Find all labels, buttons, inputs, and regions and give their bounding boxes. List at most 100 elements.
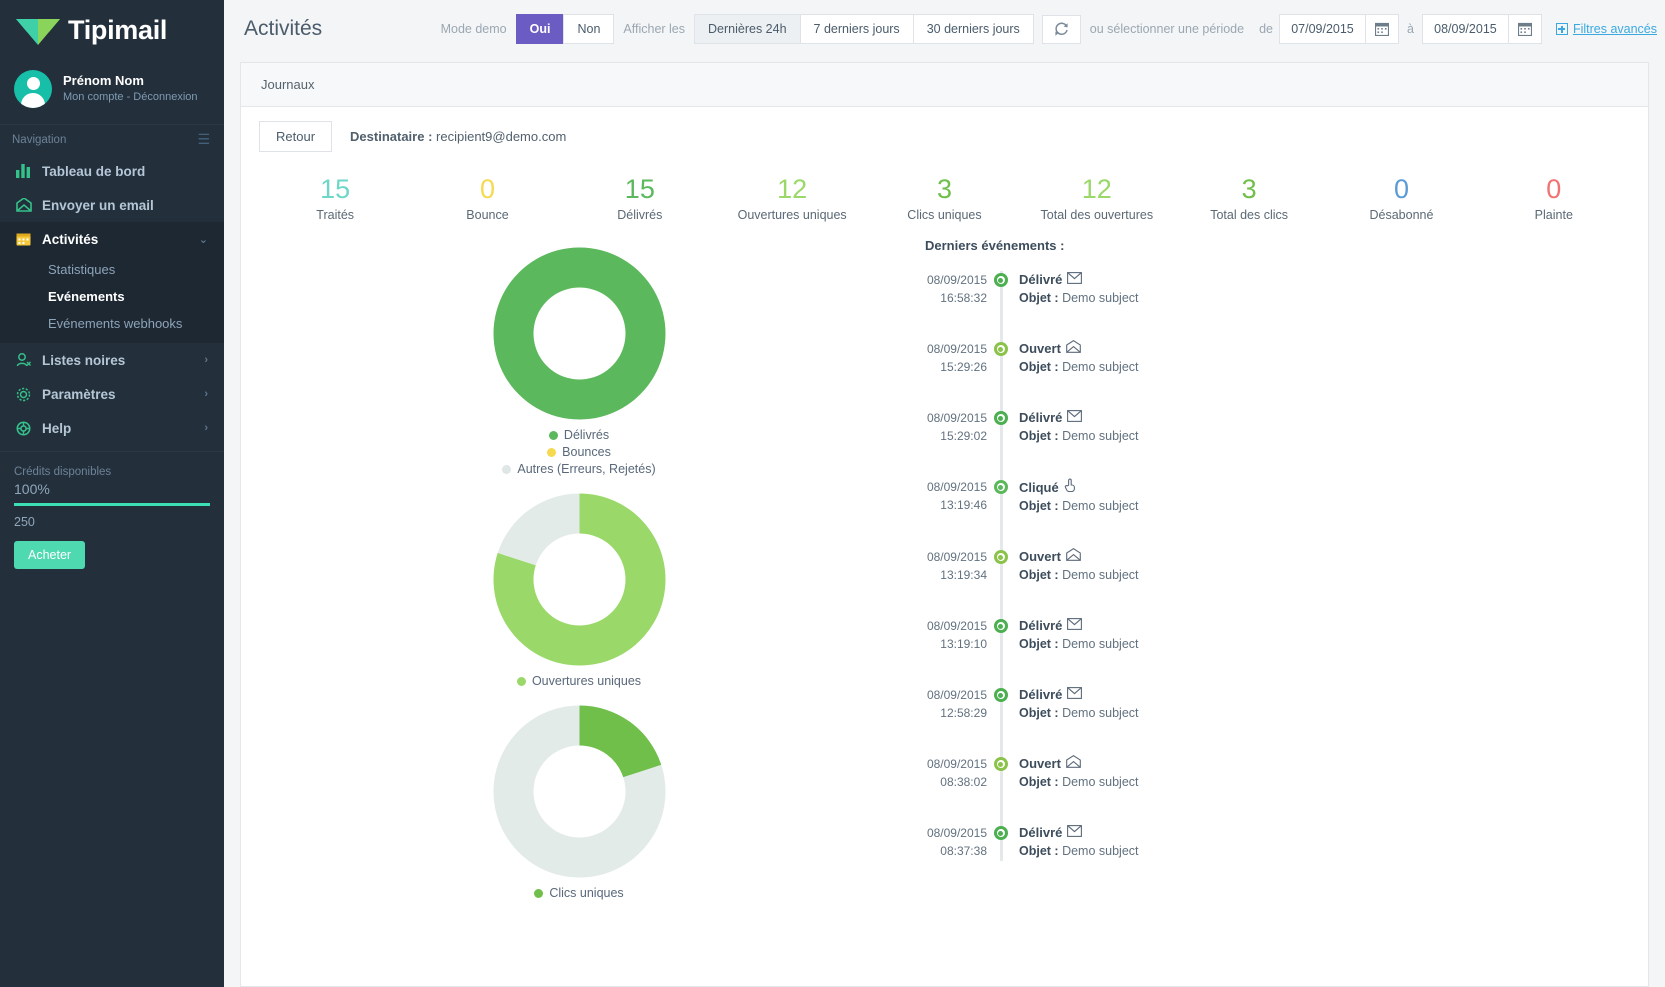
stat-card: 3 Total des clics (1173, 172, 1325, 222)
legend-item[interactable]: Autres (Erreurs, Rejetés) (259, 461, 899, 478)
chevron-down-icon: ⌄ (198, 233, 208, 246)
credits-progress-bar (14, 503, 210, 506)
advanced-filters-label: Filtres avancés (1572, 22, 1657, 36)
event-type: Ouvert (1019, 548, 1139, 566)
demo-mode-no-button[interactable]: Non (563, 14, 615, 44)
stat-label: Bounce (466, 208, 509, 222)
sidebar-item-envoyer-un-email[interactable]: Envoyer un email (0, 188, 224, 222)
sidebar-subitem-evenements[interactable]: Evénements (0, 283, 224, 310)
tab-journaux[interactable]: Journaux (261, 77, 314, 92)
event-text: Ouvert Objet : Demo subject (1014, 340, 1139, 377)
legend-item[interactable]: Bounces (259, 444, 899, 461)
event-date: 08/09/2015 (926, 411, 987, 425)
event-dot-cell (987, 824, 1014, 840)
stat-value: 3 (1241, 174, 1257, 204)
event-subject-label: Objet : (1019, 499, 1059, 513)
envelope-icon (1067, 824, 1083, 842)
open-envelope-icon (1066, 340, 1081, 358)
legend-label: Autres (Erreurs, Rejetés) (517, 462, 656, 476)
event-timestamp: 08/09/2015 13:19:10 (909, 617, 987, 653)
event-text: Cliqué Objet : Demo subject (1014, 478, 1139, 516)
refresh-icon[interactable] (1041, 14, 1081, 44)
range-last-24h-button[interactable]: Dernières 24h (694, 14, 800, 44)
event-subject: Objet : Demo subject (1019, 566, 1139, 585)
event-type-label: Ouvert (1019, 341, 1061, 356)
date-to-group (1421, 14, 1542, 44)
sidebar-submenu-activites: Statistiques Evénements Evénements webho… (0, 256, 224, 343)
event-dot-cell (987, 686, 1014, 702)
show-label: Afficher les (623, 22, 686, 36)
event-timestamp: 08/09/2015 12:58:29 (909, 686, 987, 722)
legend-color-dot (534, 889, 544, 898)
date-from-group (1278, 14, 1399, 44)
event-row[interactable]: 08/09/2015 15:29:26 Ouvert Objet : Demo sub… (909, 340, 1630, 377)
event-row[interactable]: 08/09/2015 13:19:46 Cliqué Objet : Demo sub… (909, 478, 1630, 516)
sidebar-subitem-evenements-webhooks[interactable]: Evénements webhooks (0, 310, 224, 337)
sidebar-item-label: Help (42, 420, 72, 436)
event-type-label: Délivré (1019, 410, 1063, 425)
gear-icon (16, 387, 42, 402)
legend-color-dot (502, 465, 512, 474)
donut-chart (493, 705, 665, 878)
event-subject-value: Demo subject (1058, 360, 1139, 374)
range-30-days-button[interactable]: 30 derniers jours (912, 14, 1034, 44)
open-envelope-icon (1066, 755, 1081, 773)
date-from-input[interactable] (1278, 14, 1365, 44)
event-row[interactable]: 08/09/2015 15:29:02 Délivré Objet : Demo su… (909, 409, 1630, 446)
legend-item[interactable]: Délivrés (259, 427, 899, 444)
chart-legend: Ouvertures uniques (259, 673, 899, 690)
chart-legend: Clics uniques (259, 885, 899, 902)
back-button[interactable]: Retour (259, 121, 333, 152)
user-account-links[interactable]: Mon compte - Déconnexion (63, 89, 198, 105)
donut-chart-block: Ouvertures uniques (259, 492, 899, 690)
calendar-icon[interactable] (1507, 14, 1542, 44)
advanced-filters-link[interactable]: Filtres avancés (1555, 22, 1657, 36)
sidebar-item-parametres[interactable]: Paramètres › (0, 377, 224, 411)
sidebar-item-help[interactable]: Help › (0, 411, 224, 445)
sidebar-item-label: Envoyer un email (42, 197, 154, 213)
buy-credits-button[interactable]: Acheter (14, 541, 86, 569)
event-row[interactable]: 08/09/2015 16:58:32 Délivré Objet : Demo su… (909, 271, 1630, 308)
event-date: 08/09/2015 (926, 619, 987, 633)
event-text: Délivré Objet : Demo subject (1014, 409, 1139, 446)
sidebar-item-activites[interactable]: Activités ⌄ (0, 222, 224, 256)
event-date: 08/09/2015 (926, 342, 987, 356)
stat-label: Total des clics (1210, 208, 1289, 222)
event-subject-label: Objet : (1019, 360, 1059, 374)
sidebar-subitem-statistiques[interactable]: Statistiques (0, 256, 224, 283)
user-box[interactable]: Prénom Nom Mon compte - Déconnexion (0, 60, 224, 124)
event-subject: Objet : Demo subject (1019, 842, 1139, 861)
sidebar-item-listes-noires[interactable]: Listes noires › (0, 343, 224, 377)
sidebar-item-label: Listes noires (42, 352, 126, 368)
event-row[interactable]: 08/09/2015 08:37:38 Délivré Objet : Demo su… (909, 824, 1630, 861)
sidebar-item-label: Tableau de bord (42, 163, 146, 179)
demo-mode-yes-button[interactable]: Oui (515, 14, 564, 44)
event-dot-cell (987, 548, 1014, 564)
stat-card: 0 Bounce (411, 172, 563, 222)
event-status-dot (993, 342, 1008, 356)
date-to-input[interactable] (1421, 14, 1508, 44)
event-row[interactable]: 08/09/2015 13:19:10 Délivré Objet : Demo su… (909, 617, 1630, 654)
range-7-days-button[interactable]: 7 derniers jours (799, 14, 913, 44)
donut-slice (579, 705, 661, 778)
collapse-sidebar-icon[interactable]: ☰ (197, 131, 210, 148)
event-row[interactable]: 08/09/2015 12:58:29 Délivré Objet : Demo su… (909, 686, 1630, 723)
sidebar-item-tableau-de-bord[interactable]: Tableau de bord (0, 154, 224, 188)
event-timestamp: 08/09/2015 16:58:32 (909, 271, 987, 307)
legend-item[interactable]: Ouvertures uniques (259, 673, 899, 690)
event-row[interactable]: 08/09/2015 13:19:34 Ouvert Objet : Demo sub… (909, 548, 1630, 585)
stat-card: 15 Traités (259, 172, 411, 222)
event-status-dot (993, 480, 1008, 494)
calendar-icon[interactable] (1364, 14, 1399, 44)
legend-item[interactable]: Clics uniques (259, 885, 899, 902)
event-timestamp: 08/09/2015 13:19:46 (909, 478, 987, 514)
event-row[interactable]: 08/09/2015 08:38:02 Ouvert Objet : Demo sub… (909, 755, 1630, 792)
main-area: Activités Mode demo Oui Non Afficher les… (224, 0, 1665, 987)
event-subject: Objet : Demo subject (1019, 358, 1139, 377)
brand[interactable]: Tipimail (0, 0, 224, 60)
stat-value: 3 (936, 174, 952, 204)
event-date: 08/09/2015 (926, 757, 987, 771)
event-type: Cliqué (1019, 478, 1139, 497)
legend-color-dot (547, 448, 557, 457)
stat-value: 0 (479, 174, 495, 204)
